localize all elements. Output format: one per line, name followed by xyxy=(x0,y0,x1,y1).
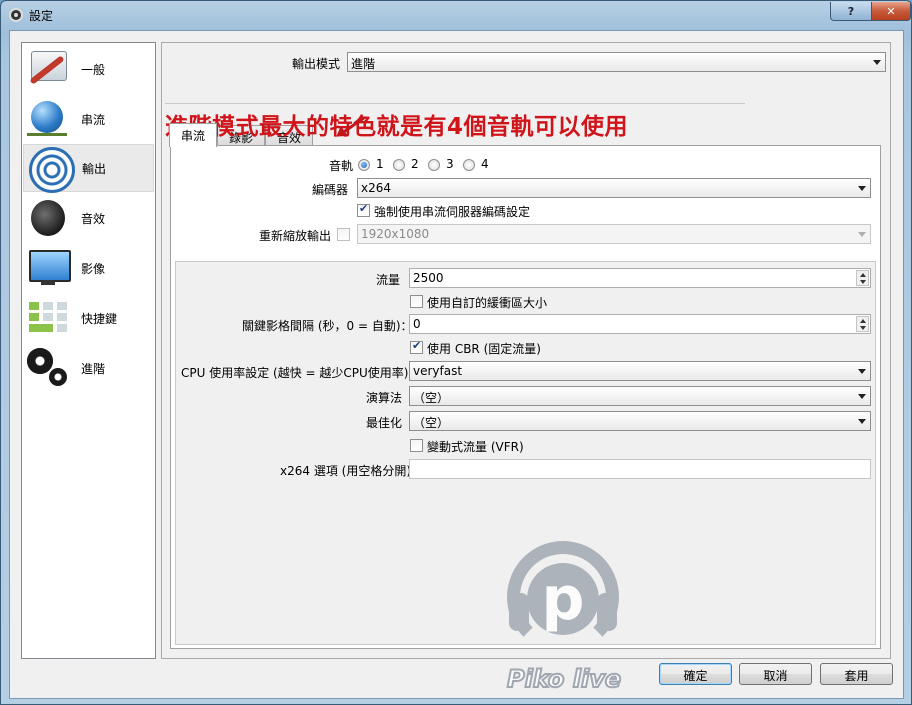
profile-select[interactable]: （空） xyxy=(409,386,871,406)
bitrate-spinbox[interactable]: 2500 xyxy=(409,268,871,288)
sidebar-item-label: 快捷鍵 xyxy=(81,311,118,326)
output-mode-select[interactable]: 進階 xyxy=(347,52,886,72)
sidebar-item-output[interactable]: 輸出 xyxy=(23,144,154,193)
sidebar-item-label: 串流 xyxy=(81,112,106,127)
bitrate-value: 2500 xyxy=(413,271,444,285)
output-mode-value: 進階 xyxy=(351,57,376,71)
rescale-resolution-select[interactable]: 1920x1080 xyxy=(357,224,871,244)
chevron-down-icon xyxy=(858,369,866,374)
keyboard-icon xyxy=(23,294,75,342)
cpu-preset-label: CPU 使用率設定 (越快 = 越少CPU使用率) xyxy=(181,366,409,380)
audio-track-label: 音軌 xyxy=(329,159,354,173)
sidebar-item-video[interactable]: 影像 xyxy=(23,244,154,292)
obs-app-icon xyxy=(9,8,23,22)
rescale-output-checkbox[interactable] xyxy=(337,228,350,241)
encoder-select[interactable]: x264 xyxy=(357,178,871,198)
settings-sidebar: 一般 串流 輸出 音效 影像 快捷鍵 進階 xyxy=(21,42,156,659)
audio-track-2-radio[interactable] xyxy=(393,159,405,171)
sidebar-item-advanced[interactable]: 進階 xyxy=(23,344,154,392)
sidebar-item-general[interactable]: 一般 xyxy=(23,45,154,93)
annotation-divider xyxy=(165,103,745,104)
general-icon xyxy=(23,45,75,93)
encoder-value: x264 xyxy=(361,181,392,195)
keyframe-interval-spinbox[interactable]: 0 xyxy=(409,314,871,334)
encoder-label: 編碼器 xyxy=(312,183,349,197)
x264-options-label: x264 選項 (用空格分開) xyxy=(280,464,411,478)
keyframe-interval-value: 0 xyxy=(413,317,421,331)
help-button[interactable]: ? xyxy=(830,2,872,21)
ok-button[interactable]: 確定 xyxy=(659,663,732,685)
x264-options-input[interactable] xyxy=(409,459,871,479)
title-bar: 設定 ? ✕ xyxy=(1,1,911,29)
piko-live-watermark: p Piko live xyxy=(489,541,639,701)
sidebar-item-label: 輸出 xyxy=(82,161,107,176)
sidebar-item-label: 進階 xyxy=(81,361,106,376)
profile-label: 演算法 xyxy=(366,391,403,405)
chevron-down-icon xyxy=(858,186,866,191)
cpu-preset-value: veryfast xyxy=(413,364,463,378)
tune-value: （空） xyxy=(413,416,450,430)
use-cbr-checkbox[interactable] xyxy=(410,339,423,354)
monitor-icon xyxy=(23,244,75,292)
speaker-icon xyxy=(23,194,75,242)
window-title: 設定 xyxy=(29,9,54,23)
vfr-checkbox[interactable] xyxy=(410,439,423,452)
cpu-preset-select[interactable]: veryfast xyxy=(409,361,871,381)
chevron-down-icon xyxy=(858,419,866,424)
stream-icon xyxy=(23,95,75,143)
sidebar-item-audio[interactable]: 音效 xyxy=(23,194,154,242)
audio-track-1-label: 1 xyxy=(376,157,384,171)
output-mode-label: 輸出模式 xyxy=(292,57,341,71)
sidebar-item-label: 一般 xyxy=(81,62,106,77)
audio-track-4-radio[interactable] xyxy=(463,159,475,171)
annotation-text: 進階模式最大的特色就是有4個音軌可以使用 xyxy=(165,114,629,140)
audio-track-3-radio[interactable] xyxy=(428,159,440,171)
settings-client-area: 一般 串流 輸出 音效 影像 快捷鍵 進階 輸出模式 進階 串流 錄影 音效 音… xyxy=(9,30,904,699)
spin-arrows-icon[interactable] xyxy=(856,270,869,286)
profile-value: （空） xyxy=(413,391,450,405)
output-icon xyxy=(24,144,76,193)
vfr-label: 變動式流量 (VFR) xyxy=(427,440,524,454)
audio-track-3-label: 3 xyxy=(446,157,454,171)
chevron-down-icon xyxy=(858,394,866,399)
watermark-letter: p xyxy=(541,564,585,634)
tab-streaming[interactable]: 串流 xyxy=(169,123,217,147)
sidebar-item-stream[interactable]: 串流 xyxy=(23,95,154,143)
rescale-resolution-value: 1920x1080 xyxy=(361,227,430,241)
enforce-encoder-checkbox[interactable] xyxy=(357,202,370,217)
rescale-output-label: 重新縮放輸出 xyxy=(259,229,332,243)
sidebar-item-label: 音效 xyxy=(81,211,106,226)
spin-arrows-icon[interactable] xyxy=(856,316,869,332)
custom-buffer-checkbox[interactable] xyxy=(410,295,423,308)
keyframe-interval-label: 關鍵影格間隔 (秒，0 = 自動)： xyxy=(242,319,413,333)
audio-track-1-radio[interactable] xyxy=(358,159,370,171)
chevron-down-icon xyxy=(858,232,866,237)
gears-icon xyxy=(23,344,75,392)
enforce-encoder-label: 強制使用串流伺服器編碼設定 xyxy=(374,205,531,219)
sidebar-item-hotkeys[interactable]: 快捷鍵 xyxy=(23,294,154,342)
sidebar-item-label: 影像 xyxy=(81,261,106,276)
headphone-left-ear xyxy=(509,593,529,631)
audio-track-2-label: 2 xyxy=(411,157,419,171)
use-cbr-label: 使用 CBR (固定流量) xyxy=(427,342,541,356)
audio-track-4-label: 4 xyxy=(481,157,489,171)
tune-label: 最佳化 xyxy=(366,416,403,430)
watermark-text: Piko live xyxy=(506,664,622,694)
cancel-button[interactable]: 取消 xyxy=(739,663,812,685)
settings-window: 設定 ? ✕ 一般 串流 輸出 音效 影像 快捷鍵 進階 輸出模式 進階 串流 … xyxy=(0,0,912,705)
bitrate-label: 流量 xyxy=(376,273,401,287)
headphone-right-ear xyxy=(597,593,617,631)
close-button[interactable]: ✕ xyxy=(871,2,911,21)
tune-select[interactable]: （空） xyxy=(409,411,871,431)
custom-buffer-label: 使用自訂的緩衝區大小 xyxy=(427,296,548,310)
chevron-down-icon xyxy=(873,60,881,65)
apply-button[interactable]: 套用 xyxy=(820,663,893,685)
